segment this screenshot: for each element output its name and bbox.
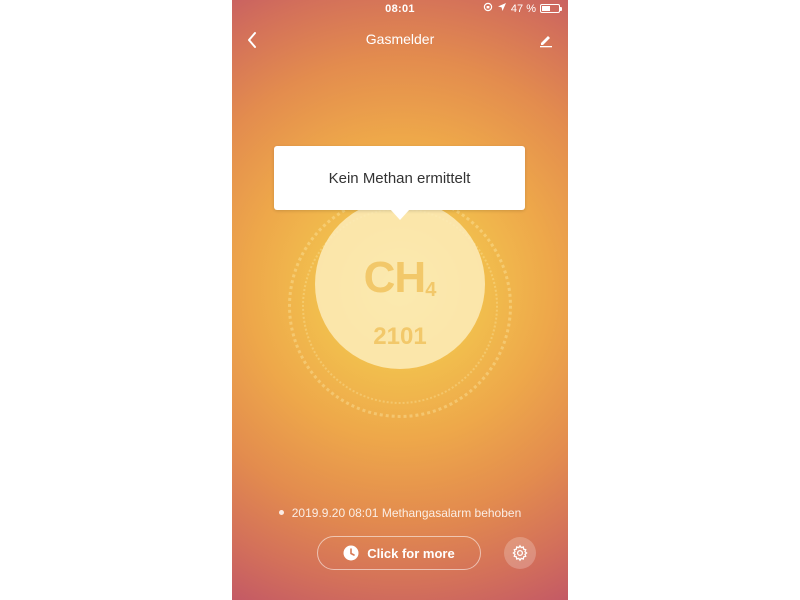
- click-for-more-label: Click for more: [367, 545, 455, 561]
- status-bar: 08:01 47 %: [232, 0, 568, 18]
- lock-rotation-icon: [483, 2, 493, 15]
- page-title: Gasmelder: [365, 31, 435, 47]
- status-icons: 47 %: [483, 2, 562, 15]
- sensor-circle: CH4 2101: [315, 199, 485, 369]
- gas-formula-main: CH: [363, 253, 427, 302]
- click-for-more-button[interactable]: Click for more: [317, 536, 481, 570]
- battery-level: [542, 6, 550, 11]
- battery-icon: [540, 4, 562, 13]
- gas-formula-subscript: 4: [425, 279, 437, 301]
- location-arrow-icon: [497, 2, 507, 15]
- clock-icon: [343, 545, 359, 561]
- edit-button[interactable]: [534, 28, 558, 52]
- pencil-icon: [540, 36, 552, 48]
- event-log-item: 2019.9.20 08:01 Methangasalarm behoben: [232, 506, 568, 520]
- gas-formula: CH4: [315, 253, 485, 303]
- event-text: 2019.9.20 08:01 Methangasalarm behoben: [291, 506, 522, 520]
- settings-button[interactable]: [504, 537, 536, 569]
- gas-value: 2101: [373, 323, 427, 350]
- nav-bar: Gasmelder: [232, 28, 568, 52]
- status-tooltip: Kein Methan ermittelt: [274, 146, 525, 220]
- battery-percentage: 47 %: [510, 2, 536, 15]
- tooltip-text: Kein Methan ermittelt: [328, 169, 471, 187]
- phone-screen: 08:01 47 % Gasmelder CH4 2101 Kein Metha…: [232, 0, 568, 600]
- bullet-dot-icon: [278, 510, 284, 516]
- gear-icon: [512, 544, 528, 562]
